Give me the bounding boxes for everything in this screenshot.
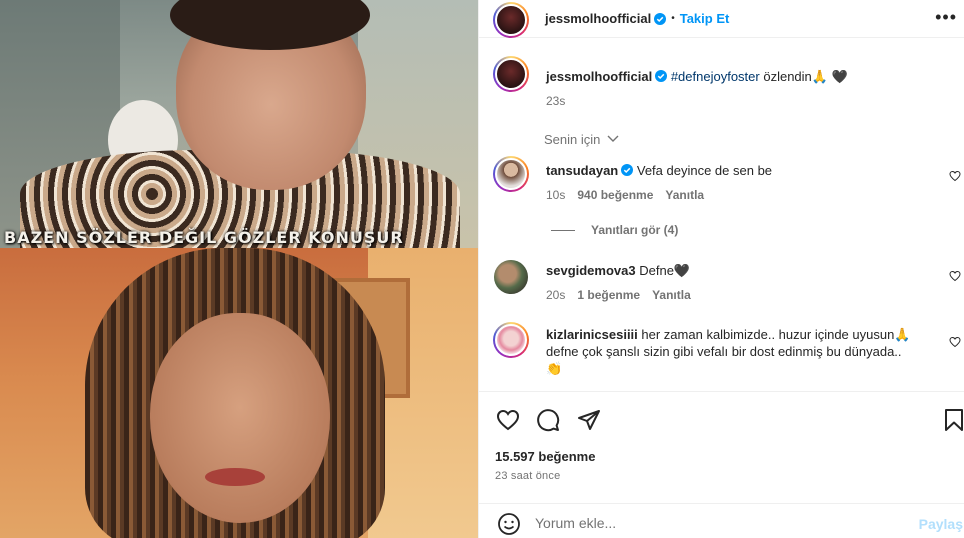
header-username[interactable]: jessmolhoofficial [545,11,651,26]
post-side-panel: jessmolhoofficial • Takip Et ••• jessmol… [478,0,964,538]
comment-avatar[interactable] [494,260,528,294]
comment-body: Defne🖤 [639,263,691,278]
like-comment-heart-icon[interactable] [949,270,961,282]
header-separator: • [671,13,675,24]
comment-filter[interactable]: Senin için [544,132,619,147]
comment-time: 20s [546,288,566,302]
comment-filter-label: Senin için [544,132,601,147]
verified-badge-icon [655,70,668,82]
woman-lips [205,468,265,486]
comment-text: tansudayan Vefa deyince de sen be [546,162,772,179]
post-actions: 15.597 beğenme 23 saat önce [479,392,964,504]
caption-text: jessmolhoofficial #defnejoyfoster özlend… [546,68,848,85]
comment-avatar[interactable] [493,156,529,192]
like-comment-heart-icon[interactable] [949,170,961,182]
like-comment-heart-icon[interactable] [949,336,961,348]
view-replies-button[interactable]: Yanıtları gör (4) [551,223,678,237]
post-image[interactable]: BAZEN SÖZLER DEĞIL GÖZLER KONUŞUR [0,0,478,538]
comment-input[interactable] [535,511,895,535]
comment-body: Vefa deyince de sen be [636,163,773,178]
comment-time: 10s [546,188,566,202]
comment-text: sevgidemova3 Defne🖤 [546,262,690,279]
caption-hashtag[interactable]: #defnejoyfoster [671,69,760,84]
comment-composer: Paylaş [479,505,964,538]
comment-username[interactable]: sevgidemova3 [546,263,636,278]
emoji-smiley-icon[interactable] [497,512,521,536]
chevron-down-icon [607,135,619,142]
comment-username[interactable]: kizlarinicsesiiii [546,327,638,342]
caption-avatar[interactable] [493,56,529,92]
author-avatar[interactable] [493,2,529,38]
verified-badge-icon [621,164,634,176]
comment-likes[interactable]: 1 beğenme [577,288,640,302]
comments-area[interactable]: jessmolhoofficial #defnejoyfoster özlend… [479,38,964,392]
header-user: jessmolhoofficial • Takip Et [545,11,729,26]
reply-button[interactable]: Yanıtla [665,188,704,202]
woman-face [150,313,330,523]
reply-button[interactable]: Yanıtla [652,288,691,302]
comment-username[interactable]: tansudayan [546,163,618,178]
comment-body-line2: defne çok şanslı sizin gibi vefalı bir d… [546,344,902,359]
more-horizontal-icon[interactable]: ••• [935,8,957,26]
post-time-ago[interactable]: 23 saat önce [495,470,560,482]
caption-username[interactable]: jessmolhoofficial [546,69,652,84]
post-header: jessmolhoofficial • Takip Et ••• [479,0,964,38]
comment-meta: 10s 940 beğenme Yanıtla [546,188,704,202]
replies-divider [551,230,575,232]
comment-avatar[interactable] [493,322,529,358]
comment-bubble-icon[interactable] [536,408,560,432]
comment-body-line3: 👏 [546,361,563,376]
bookmark-save-icon[interactable] [942,408,964,432]
comment-likes[interactable]: 940 beğenme [577,188,653,202]
caption-body: özlendin🙏 🖤 [759,69,848,84]
follow-button[interactable]: Takip Et [680,11,730,26]
verified-badge-icon [654,12,667,25]
image-frame-top: BAZEN SÖZLER DEĞIL GÖZLER KONUŞUR [0,0,478,260]
comment-meta: 20s 1 beğenme Yanıtla [546,288,691,302]
caption-time: 23s [546,94,566,108]
like-count[interactable]: 15.597 beğenme [495,449,595,464]
like-heart-icon[interactable] [496,408,520,432]
post-comment-button[interactable]: Paylaş [919,516,963,532]
comment-text: kizlarinicsesiiii her zaman kalbimizde..… [546,326,946,377]
image-caption-overlay: BAZEN SÖZLER DEĞIL GÖZLER KONUŞUR [4,228,404,247]
image-frame-bottom [0,248,478,538]
view-replies-label: Yanıtları gör (4) [591,223,679,237]
share-send-icon[interactable] [577,408,601,432]
comment-body: her zaman kalbimizde.. huzur içinde uyus… [641,327,911,342]
